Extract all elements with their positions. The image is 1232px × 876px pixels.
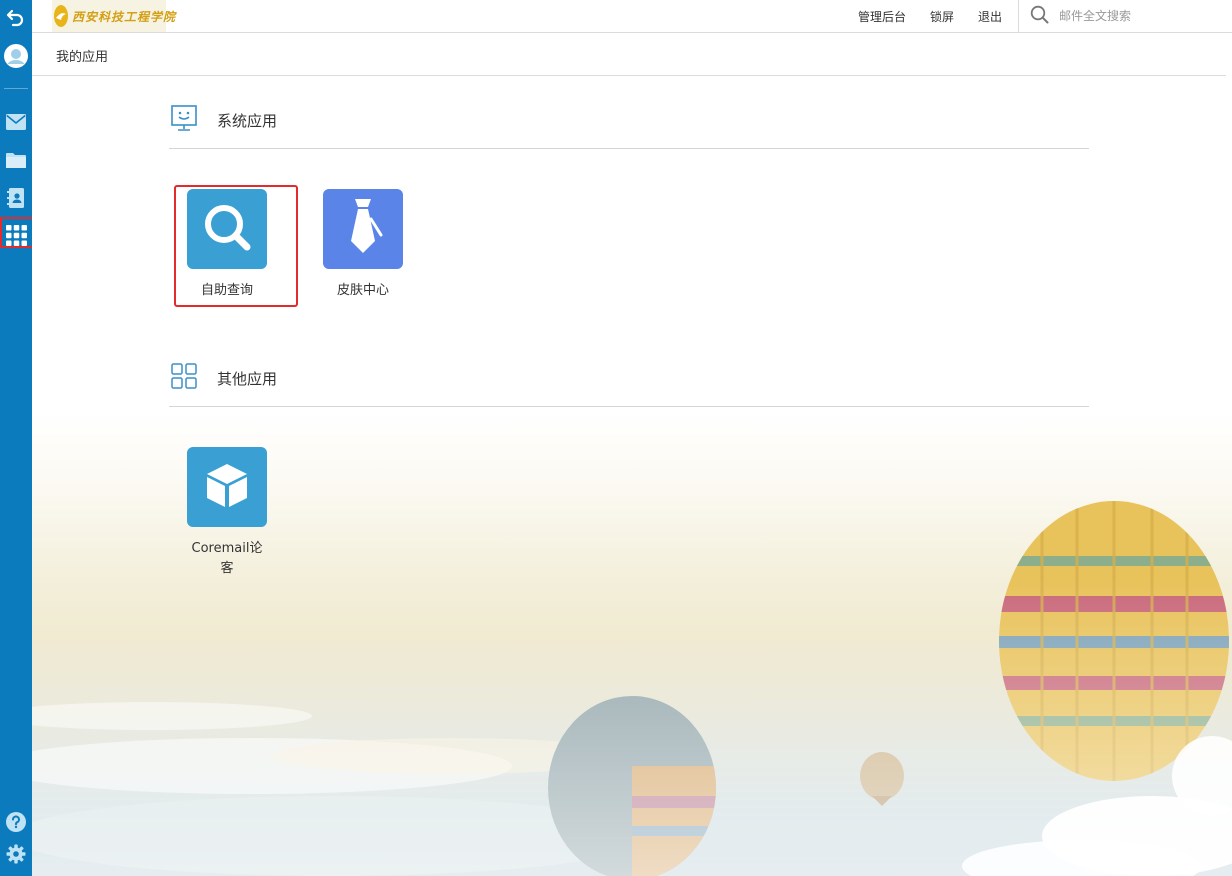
contacts-icon[interactable] <box>4 186 28 210</box>
apps-highlight-box <box>0 217 34 248</box>
search-divider <box>1018 0 1019 32</box>
sidebar-divider <box>4 88 28 89</box>
app-tile[interactable] <box>323 189 403 269</box>
left-sidebar <box>0 0 34 876</box>
other-apps-title: 其他应用 <box>217 369 278 388</box>
top-links: 管理后台 锁屏 退出 <box>858 0 1002 32</box>
app-tile[interactable] <box>187 447 267 527</box>
system-apps-header: 系统应用 <box>169 104 277 136</box>
tie-icon <box>341 197 385 261</box>
top-bar: 西安科技工程学院 管理后台 锁屏 退出 <box>32 0 1232 33</box>
help-icon[interactable] <box>4 810 28 834</box>
app-coremail-lunke[interactable]: Coremail论客 <box>172 447 282 579</box>
app-tile[interactable] <box>187 189 267 269</box>
lock-screen-link[interactable]: 锁屏 <box>930 8 954 25</box>
school-logo[interactable]: 西安科技工程学院 <box>52 0 175 32</box>
system-apps-title: 系统应用 <box>217 111 278 130</box>
avatar-icon[interactable] <box>4 44 28 68</box>
monitor-smile-icon <box>169 104 199 136</box>
admin-link[interactable]: 管理后台 <box>858 8 906 25</box>
logout-link[interactable]: 退出 <box>978 8 1002 25</box>
search-box <box>1030 0 1230 32</box>
app-skin-center[interactable]: 皮肤中心 <box>308 189 418 301</box>
app-self-query[interactable]: 自助查询 <box>172 189 282 301</box>
main-content: 系统应用 自助查询 皮肤中心 其他应用 Coremail论客 <box>32 76 1232 876</box>
logo-emblem-icon <box>54 5 68 27</box>
app-label: 皮肤中心 <box>336 283 389 298</box>
search-icon <box>200 200 254 258</box>
other-apps-header: 其他应用 <box>169 362 277 394</box>
page-title: 我的应用 <box>56 50 109 65</box>
search-icon[interactable] <box>1030 5 1049 28</box>
cube-icon <box>203 461 251 513</box>
four-squares-icon <box>169 362 199 394</box>
app-label: Coremail论客 <box>191 541 263 576</box>
mail-icon[interactable] <box>4 110 28 134</box>
breadcrumb-bar: 我的应用 <box>32 33 1226 76</box>
back-icon[interactable] <box>4 5 28 29</box>
folder-icon[interactable] <box>4 148 28 172</box>
settings-icon[interactable] <box>4 842 28 866</box>
app-label: 自助查询 <box>200 283 253 298</box>
logo-text: 西安科技工程学院 <box>72 9 177 24</box>
system-apps-divider <box>169 148 1089 149</box>
search-input[interactable] <box>1057 8 1211 24</box>
other-apps-divider <box>169 406 1089 407</box>
